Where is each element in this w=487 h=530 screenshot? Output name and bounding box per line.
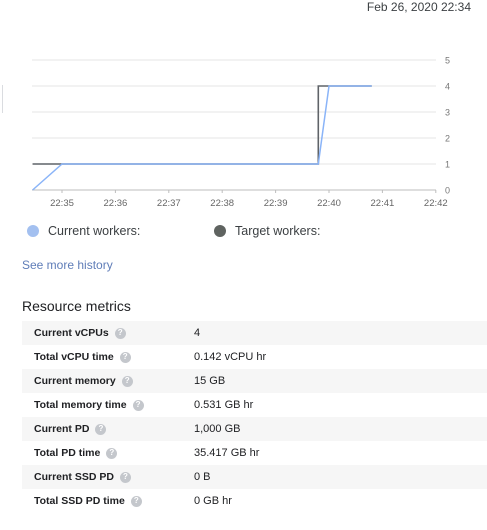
metric-label-text: Current vCPUs: [34, 327, 109, 339]
metric-row: Total PD time? 35.417 GB hr: [22, 441, 487, 465]
help-icon[interactable]: ?: [106, 447, 118, 459]
target-workers-legend-dot: [214, 225, 226, 237]
metric-value: 15 GB: [194, 375, 226, 387]
x-tick-label: 22:38: [210, 198, 234, 209]
metric-label: Current vCPUs?: [22, 327, 194, 339]
metric-label: Total vCPU time?: [22, 351, 194, 363]
help-icon[interactable]: ?: [119, 351, 131, 363]
help-icon[interactable]: ?: [121, 375, 133, 387]
metric-label: Current SSD PD?: [22, 471, 194, 483]
legend-target-workers: Target workers:: [214, 224, 320, 238]
y-tick-label: 5: [445, 56, 450, 66]
legend-target-label: Target workers:: [235, 224, 321, 238]
legend-current-label: Current workers:: [48, 224, 141, 238]
workers-chart: 0 1 2 3 4 5 22:35 22:36 22:37 22:38 22:39 22:40 22:4…: [32, 56, 450, 209]
metric-value: 4: [194, 327, 201, 339]
metric-label-text: Total PD time: [34, 447, 101, 459]
help-icon[interactable]: ?: [119, 471, 131, 483]
x-tick-label: 22:42: [424, 198, 448, 209]
y-tick-label: 4: [445, 82, 450, 92]
metric-label: Total memory time?: [22, 399, 194, 411]
metric-label-text: Current memory: [34, 375, 116, 387]
metric-row: Current PD? 1,000 GB: [22, 417, 487, 441]
help-icon[interactable]: ?: [95, 423, 107, 435]
help-icon[interactable]: ?: [114, 327, 126, 339]
x-tick-label: 22:41: [371, 198, 395, 209]
metric-value: 0 GB hr: [194, 495, 232, 507]
metric-label-text: Current SSD PD: [34, 471, 114, 483]
help-icon[interactable]: ?: [130, 495, 142, 507]
metric-row: Current SSD PD? 0 B: [22, 465, 487, 489]
metric-value: 0.531 GB hr: [194, 399, 254, 411]
y-tick-label: 2: [445, 134, 450, 144]
y-tick-label: 1: [445, 160, 450, 170]
metric-label-text: Total SSD PD time: [34, 495, 125, 507]
metric-label-text: Total vCPU time: [34, 351, 114, 363]
metric-label: Total SSD PD time?: [22, 495, 194, 507]
metric-label: Current PD?: [22, 423, 194, 435]
x-tick-label: 22:39: [264, 198, 288, 209]
metric-row: Total memory time? 0.531 GB hr: [22, 393, 487, 417]
y-tick-label: 0: [445, 186, 450, 196]
target-workers-line: [32, 85, 372, 165]
metric-value: 1,000 GB: [194, 423, 241, 435]
x-tick-label: 22:36: [104, 198, 128, 209]
metric-row: Total vCPU time? 0.142 vCPU hr: [22, 345, 487, 369]
x-tick-label: 22:35: [50, 198, 74, 209]
x-tick-label: 22:40: [317, 198, 341, 209]
metric-row: Current memory? 15 GB: [22, 369, 487, 393]
metric-label-text: Current PD: [34, 423, 90, 435]
see-more-history-link[interactable]: See more history: [22, 258, 113, 272]
resource-metrics-title: Resource metrics: [22, 298, 131, 314]
resource-metrics-table: Current vCPUs? 4 Total vCPU time? 0.142 vCP…: [22, 321, 487, 513]
chart-legend: Current workers: Target workers:: [0, 224, 487, 244]
metric-value: 35.417 GB hr: [194, 447, 260, 459]
metric-label: Total PD time?: [22, 447, 194, 459]
help-icon[interactable]: ?: [132, 399, 144, 411]
metric-label-text: Total memory time: [34, 399, 127, 411]
metric-value: 0.142 vCPU hr: [194, 351, 267, 363]
y-tick-label: 3: [445, 108, 450, 118]
metric-row: Current vCPUs? 4: [22, 321, 487, 345]
metric-label: Current memory?: [22, 375, 194, 387]
metric-value: 0 B: [194, 471, 211, 483]
legend-current-workers: Current workers:: [27, 224, 140, 238]
current-workers-legend-dot: [27, 225, 39, 237]
x-tick-label: 22:37: [157, 198, 181, 209]
metric-row: Total SSD PD time? 0 GB hr: [22, 489, 487, 513]
